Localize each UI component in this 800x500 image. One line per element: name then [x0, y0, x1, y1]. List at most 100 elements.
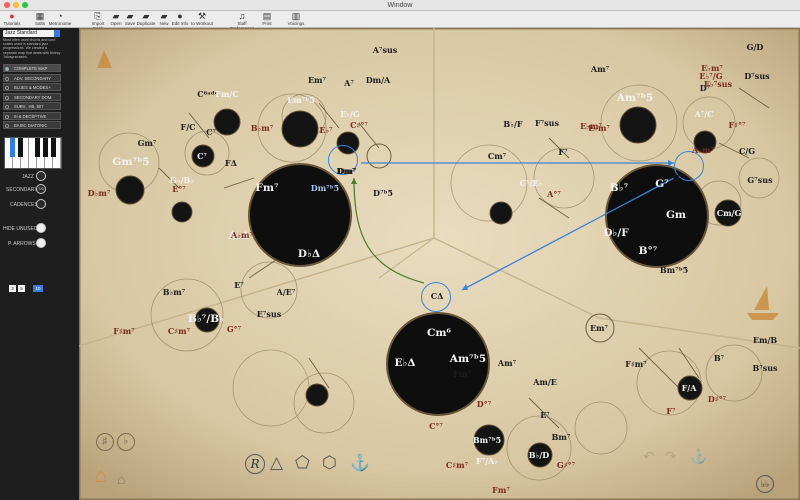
- p-arrows-toggle[interactable]: [36, 238, 46, 248]
- chord-label[interactable]: G♯°⁷: [557, 460, 575, 470]
- chord-label[interactable]: B⁷: [714, 353, 724, 363]
- map-item-blues-modes[interactable]: BLUES & MODES+: [3, 83, 61, 91]
- hexagon-icon[interactable]: ⬡: [322, 453, 337, 473]
- chord-label[interactable]: A♭m⁷: [692, 145, 714, 155]
- staff-preferences-button[interactable]: ♫Staff Preferences: [226, 11, 258, 31]
- chord-label[interactable]: Em⁷ᵇ5: [287, 95, 315, 105]
- chord-label[interactable]: E⁷sus: [257, 309, 281, 319]
- map-item-complete[interactable]: COMPLETE MAP: [3, 64, 61, 72]
- chord-label[interactable]: Em⁷: [590, 323, 608, 333]
- double-flat-button[interactable]: ♭♭: [756, 475, 774, 493]
- edit-info-button[interactable]: ● Edit Info: [168, 11, 192, 28]
- chord-label[interactable]: B♭m⁷: [251, 123, 274, 133]
- chord-label[interactable]: D♭Δ: [298, 248, 320, 260]
- chord-label[interactable]: C♯°⁷: [350, 120, 368, 130]
- piano-key-black[interactable]: [18, 138, 23, 157]
- chord-label[interactable]: E♭Δ: [394, 357, 415, 369]
- map-item-adv-secondary[interactable]: ADV. SECONDARY: [3, 73, 61, 82]
- jazz-toggle[interactable]: [36, 171, 46, 181]
- chord-label[interactable]: Cm/G: [717, 208, 742, 218]
- chord-label[interactable]: Cm⁶: [427, 327, 451, 339]
- close-window-button[interactable]: [4, 2, 10, 8]
- chord-label[interactable]: C⁷: [206, 127, 216, 137]
- style-select[interactable]: Jazz Standard: [3, 30, 60, 37]
- chord-label[interactable]: A♭m⁷: [231, 230, 253, 240]
- chord-label[interactable]: Am⁷: [591, 64, 609, 74]
- chord-label[interactable]: Gm⁷ᵇ5: [112, 156, 149, 168]
- chord-label[interactable]: B♭/D: [529, 450, 549, 460]
- undo-icon[interactable]: ↶: [643, 448, 655, 465]
- chord-label[interactable]: Gm⁷: [138, 138, 157, 148]
- chord-label[interactable]: Gm: [666, 209, 686, 221]
- chord-label[interactable]: Dm/A: [366, 75, 391, 85]
- piano-key-black[interactable]: [10, 138, 15, 157]
- chord-label[interactable]: Em⁷: [308, 75, 326, 85]
- chord-label[interactable]: D♭/F: [603, 227, 628, 239]
- tutorials-button[interactable]: ● Tutorials: [0, 11, 24, 28]
- map-item-basic-diatonic[interactable]: BASIC DIATONIC: [3, 121, 61, 129]
- to-workout-button[interactable]: ⚒ to Workout: [190, 11, 214, 28]
- triangle-icon[interactable]: △: [270, 453, 283, 473]
- chord-label[interactable]: F/A: [682, 383, 697, 393]
- chord-label[interactable]: F♯°⁷: [728, 120, 745, 130]
- chord-label[interactable]: G/D: [747, 42, 764, 52]
- chord-label[interactable]: G°⁷: [227, 324, 241, 334]
- chord-label[interactable]: D⁷sus: [744, 71, 769, 81]
- chord-label[interactable]: Am⁷: [498, 358, 516, 368]
- chord-label[interactable]: E♭⁷sus: [704, 79, 732, 89]
- chord-label[interactable]: B°⁷: [639, 245, 658, 257]
- chord-label[interactable]: F⁷sus: [535, 118, 559, 128]
- chord-label[interactable]: E⁷: [540, 410, 550, 420]
- chord-label[interactable]: Bm⁷ᵇ5: [473, 435, 501, 445]
- chord-label[interactable]: C♯m⁷: [446, 460, 468, 470]
- chord-label[interactable]: Fm/C: [215, 89, 238, 99]
- minimize-window-button[interactable]: [13, 2, 19, 8]
- counter-2[interactable]: 5: [18, 285, 25, 292]
- chord-label[interactable]: G⁷: [673, 173, 683, 183]
- secondary-toggle[interactable]: 7/6: [36, 184, 46, 194]
- chord-label[interactable]: Bm⁷ᵇ5: [660, 265, 688, 275]
- hide-unused-toggle[interactable]: [36, 223, 46, 233]
- chord-label[interactable]: D♯°⁷: [708, 394, 726, 404]
- piano-key-black[interactable]: [51, 138, 56, 157]
- flat-button[interactable]: ♭: [117, 433, 135, 451]
- chord-label[interactable]: Am/E: [533, 377, 557, 387]
- chord-label[interactable]: A⁷sus: [373, 45, 398, 55]
- chord-label[interactable]: D°⁷: [477, 399, 491, 409]
- home-icon[interactable]: ⌂: [95, 465, 107, 488]
- counter-3[interactable]: 10: [33, 285, 43, 292]
- chord-label[interactable]: B⁷sus: [752, 363, 777, 373]
- voicings-button[interactable]: ▥ Voicings: [284, 11, 308, 28]
- redo-icon[interactable]: ↷: [665, 448, 677, 465]
- chord-label[interactable]: CΔ: [431, 291, 444, 301]
- chord-label[interactable]: C¹/E♭: [520, 178, 543, 188]
- chord-label[interactable]: A⁷/C: [695, 109, 714, 119]
- piano-key-black[interactable]: [35, 138, 40, 157]
- pentagon-icon[interactable]: ⬠: [295, 453, 310, 473]
- chord-label[interactable]: E°⁷: [172, 184, 186, 194]
- chord-label[interactable]: A/E⁷: [277, 287, 296, 297]
- home-small-icon[interactable]: ⌂: [117, 471, 125, 487]
- chord-label[interactable]: F♯m⁷: [625, 359, 647, 369]
- counter-1[interactable]: 3: [9, 285, 16, 292]
- chord-label[interactable]: Fm⁷: [453, 369, 471, 379]
- chord-label[interactable]: FΔ: [225, 158, 237, 168]
- chord-label[interactable]: Fm⁷: [255, 182, 278, 194]
- chord-label[interactable]: A⁷: [344, 78, 354, 88]
- chord-label[interactable]: C/G: [739, 146, 755, 156]
- map-item-iii-deceptive[interactable]: III & DECEPTIVE: [3, 111, 61, 120]
- chord-label[interactable]: Am⁷ᵇ5: [450, 353, 486, 365]
- chord-label[interactable]: B♭/F: [503, 119, 522, 129]
- sharp-button[interactable]: ♯: [96, 433, 114, 451]
- piano-keyboard[interactable]: [4, 137, 62, 169]
- cadences-toggle[interactable]: [36, 199, 46, 209]
- chord-label[interactable]: C⁷: [197, 151, 207, 161]
- chord-label[interactable]: F⁷/A♭: [476, 456, 498, 466]
- map-item-secondary-dom[interactable]: SECONDARY DOM.: [3, 92, 61, 101]
- chord-label[interactable]: E⁷: [234, 280, 244, 290]
- print-button[interactable]: ▤ Print: [255, 11, 279, 28]
- chord-label[interactable]: G⁷sus: [747, 175, 772, 185]
- chord-label[interactable]: F/C: [181, 122, 196, 132]
- chord-label[interactable]: F♯m⁷: [113, 326, 135, 336]
- chord-label[interactable]: B♭⁷: [610, 182, 628, 194]
